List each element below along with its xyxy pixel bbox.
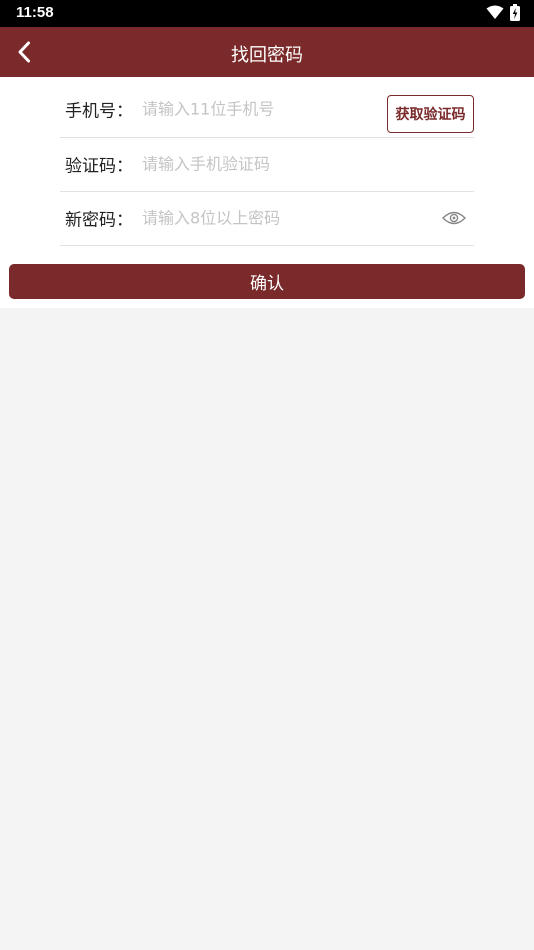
reset-password-form: 手机号： 获取验证码 验证码： 新密码： 确认	[0, 77, 534, 308]
code-row: 验证码：	[60, 137, 474, 192]
phone-label: 手机号：	[65, 101, 133, 122]
password-label: 新密码：	[65, 210, 133, 231]
phone-row: 手机号： 获取验证码	[60, 81, 474, 138]
status-time: 11:58	[16, 4, 54, 21]
password-row: 新密码：	[60, 191, 474, 246]
code-input[interactable]	[142, 154, 372, 174]
status-bar: 11:58	[0, 0, 534, 27]
status-icons	[486, 4, 520, 21]
wifi-icon	[486, 5, 504, 19]
confirm-button[interactable]: 确认	[9, 264, 525, 299]
get-code-button[interactable]: 获取验证码	[387, 95, 474, 133]
app-bar: 找回密码	[0, 27, 534, 77]
code-label: 验证码：	[65, 156, 133, 177]
page-title: 找回密码	[231, 45, 303, 66]
eye-icon[interactable]	[442, 210, 466, 226]
password-input[interactable]	[142, 208, 372, 228]
phone-input[interactable]	[142, 99, 372, 119]
battery-icon	[510, 4, 520, 21]
